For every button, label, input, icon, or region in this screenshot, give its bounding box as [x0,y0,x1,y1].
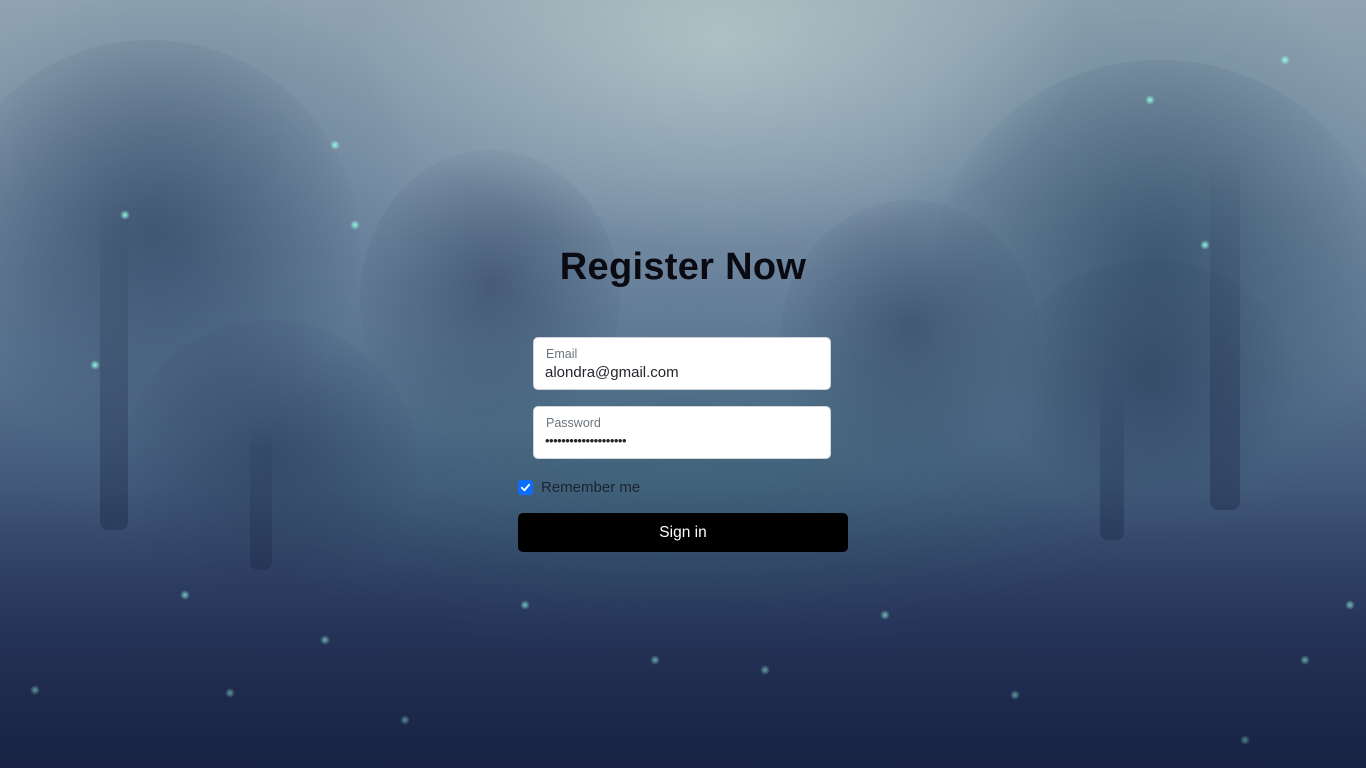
page-title: Register Now [559,246,807,288]
email-input[interactable] [545,364,815,381]
password-input[interactable] [545,433,815,448]
email-field[interactable]: Email [533,337,831,390]
remember-me[interactable]: Remember me [518,478,640,496]
remember-me-checkbox[interactable] [518,479,533,495]
sign-in-button[interactable]: Sign in [518,513,848,552]
remember-me-label: Remember me [541,478,641,496]
email-label: Email [546,347,578,361]
login-page: Register Now Email Password Remember me … [0,0,1366,768]
password-label: Password [546,416,601,430]
checkmark-icon [520,483,531,491]
password-field[interactable]: Password [533,406,831,459]
